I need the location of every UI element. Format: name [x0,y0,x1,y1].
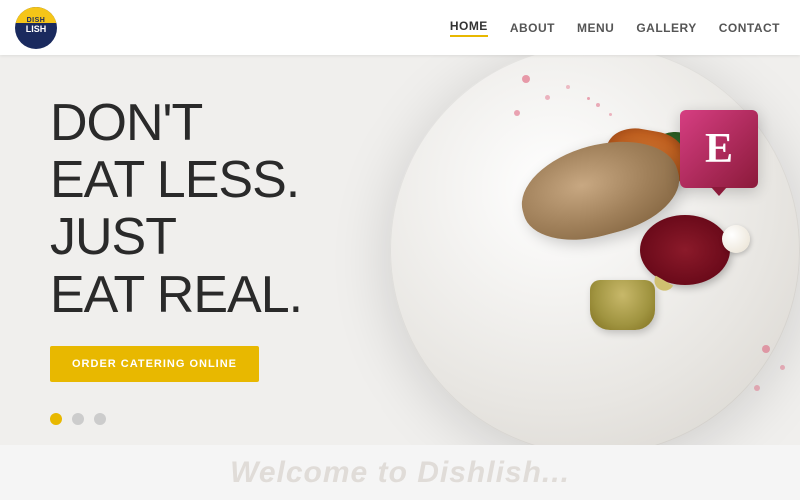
sauce-dot [596,103,600,107]
hero-content: DON'T EAT LESS. JUST EAT REAL. ORDER CAT… [50,95,302,382]
food-red [640,215,730,285]
slider-dot-3[interactable] [94,413,106,425]
nav-item-gallery[interactable]: GALLERY [636,21,696,35]
elementor-badge[interactable]: E [680,110,758,188]
sauce-dot [514,110,520,116]
slider-dots [50,413,106,425]
nav-item-menu[interactable]: MENU [577,21,614,35]
headline-line1: DON'T [50,95,302,152]
nav-item-contact[interactable]: CONTACT [719,21,780,35]
headline-line2: EAT LESS. [50,152,302,209]
sauce-dot [587,97,590,100]
sauce-bowl [590,280,655,330]
teaser-bar: Welcome to Dishlish... [0,445,800,500]
logo[interactable]: DISH LISH [15,7,57,49]
logo-circle: DISH LISH [15,7,57,49]
sauce-dot [780,365,785,370]
food-white-ball [722,225,750,253]
sauce-dot [522,75,530,83]
sauce-dot [545,95,550,100]
sauce-dot [566,85,570,89]
site-header: DISH LISH HOME ABOUT MENU GALLERY CONTAC… [0,0,800,55]
headline-line3: JUST [50,209,302,266]
nav-item-home[interactable]: HOME [450,19,488,37]
sauce-dot [754,385,760,391]
logo-top-text: DISH [27,17,46,24]
sauce-dot [609,113,612,116]
cta-button[interactable]: ORDER CATERING ONLINE [50,346,259,382]
sauce-dot [762,345,770,353]
hero-section: E DON'T EAT LESS. JUST EAT REAL. ORDER C… [0,55,800,445]
logo-bottom-text: LISH [26,25,47,34]
hero-headline: DON'T EAT LESS. JUST EAT REAL. [50,95,302,324]
teaser-text: Welcome to Dishlish... [230,456,570,490]
slider-dot-2[interactable] [72,413,84,425]
elementor-logo-letter: E [705,128,733,170]
slider-dot-1[interactable] [50,413,62,425]
main-nav: HOME ABOUT MENU GALLERY CONTACT [450,19,780,37]
nav-item-about[interactable]: ABOUT [510,21,555,35]
headline-line4: EAT REAL. [50,267,302,324]
